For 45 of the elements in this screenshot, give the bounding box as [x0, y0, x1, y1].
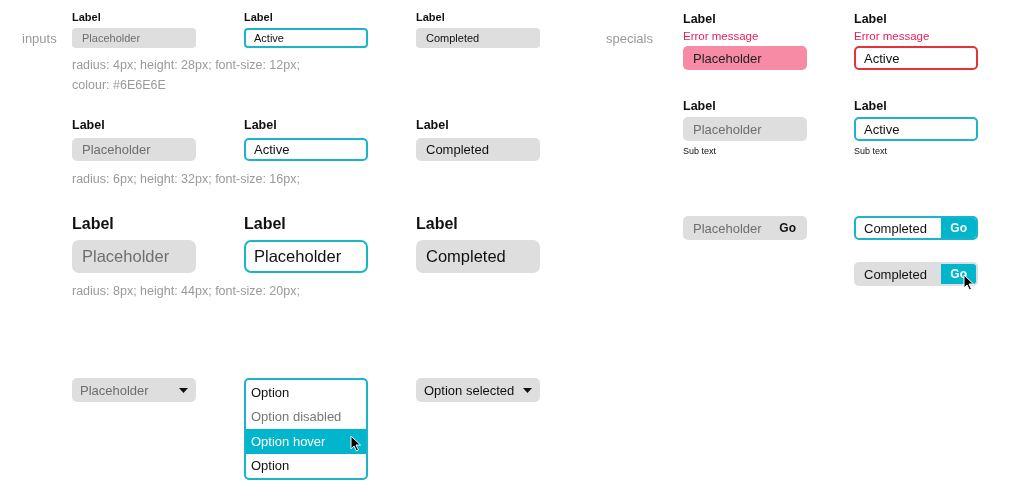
error-message: Error message	[854, 30, 930, 42]
field-label: Label	[72, 118, 105, 132]
field-label: Label	[416, 215, 458, 233]
input-field[interactable]: Completed Go	[854, 216, 978, 240]
section-title: specials	[606, 30, 654, 48]
dropdown-option[interactable]: Option	[246, 380, 366, 405]
input-field[interactable]: Placeholder Go	[683, 216, 807, 240]
field-label: Label	[416, 118, 449, 132]
dropdown[interactable]: Placeholder	[72, 378, 196, 402]
field-label: Label	[244, 11, 273, 23]
input-field[interactable]: Active	[244, 138, 368, 161]
dropdown[interactable]: Option selected	[416, 378, 540, 402]
input-field[interactable]: Completed	[416, 138, 540, 161]
cursor-icon	[350, 435, 362, 452]
input-field[interactable]: Placeholder	[72, 240, 196, 273]
field-label: Label	[244, 118, 277, 132]
input-field[interactable]: Completed	[416, 28, 540, 48]
input-field[interactable]: Placeholder	[72, 28, 196, 48]
section-title: inputs	[21, 30, 58, 48]
spec-note: radius: 8px; height: 44px; font-size: 20px;	[72, 283, 301, 300]
field-label: Label	[72, 215, 114, 233]
error-message: Error message	[683, 30, 759, 42]
input-field[interactable]: Placeholder	[244, 240, 368, 273]
field-label: Label	[683, 12, 716, 26]
spec-note: radius: 6px; height: 32px; font-size: 16px;	[72, 171, 301, 188]
field-label: Label	[854, 99, 887, 113]
field-label: Label	[683, 99, 716, 113]
input-field[interactable]: Placeholder	[72, 138, 196, 161]
sub-text: Sub text	[683, 146, 717, 156]
field-label: Label	[416, 11, 445, 23]
caret-icon	[179, 387, 188, 393]
go-button[interactable]: Go	[770, 218, 805, 238]
spec-note: radius: 4px; height: 28px; font-size: 12px; colour: #6E6E6E	[72, 57, 301, 94]
sub-text: Sub text	[854, 146, 888, 156]
input-field[interactable]: Active	[854, 46, 978, 70]
input-field[interactable]: Active	[854, 117, 978, 141]
input-field[interactable]: Placeholder	[683, 117, 807, 141]
field-label: Label	[244, 215, 286, 233]
field-label: Label	[72, 11, 101, 23]
input-field[interactable]: Active	[244, 28, 368, 48]
dropdown-option[interactable]: Option	[246, 453, 366, 478]
field-label: Label	[854, 12, 887, 26]
input-field[interactable]: Placeholder	[683, 46, 807, 70]
input-field[interactable]: Completed	[416, 240, 540, 273]
caret-icon	[523, 387, 532, 393]
